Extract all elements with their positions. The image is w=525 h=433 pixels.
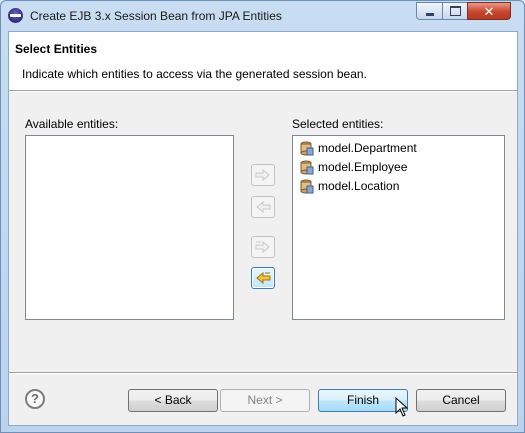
- move-all-left-icon: [256, 271, 271, 285]
- page-description: Indicate which entities to access via th…: [22, 67, 367, 81]
- move-left-icon: [256, 201, 271, 213]
- move-left-button[interactable]: [251, 196, 275, 218]
- next-button[interactable]: Next >: [220, 389, 310, 412]
- maximize-button[interactable]: [442, 2, 468, 20]
- wizard-banner: Select Entities Indicate which entities …: [9, 32, 517, 91]
- minimize-button[interactable]: [416, 2, 443, 20]
- window-title: Create EJB 3.x Session Bean from JPA Ent…: [30, 9, 282, 23]
- entity-label: model.Employee: [318, 160, 408, 174]
- list-item[interactable]: model.Location: [296, 177, 504, 196]
- list-item[interactable]: model.Employee: [296, 158, 504, 177]
- move-all-right-icon: [255, 240, 270, 254]
- dialog-window: Create EJB 3.x Session Bean from JPA Ent…: [0, 0, 525, 433]
- footer-divider-highlight: [9, 373, 517, 374]
- eclipse-app-icon: [8, 8, 23, 23]
- minimize-icon: [425, 12, 434, 16]
- entity-icon: [300, 179, 314, 194]
- help-icon[interactable]: ?: [25, 389, 45, 409]
- title-bar[interactable]: Create EJB 3.x Session Bean from JPA Ent…: [1, 1, 524, 31]
- available-entities-list[interactable]: [25, 135, 234, 320]
- entity-label: model.Location: [318, 179, 400, 193]
- available-entities-label: Available entities:: [25, 117, 119, 131]
- banner-divider: [9, 91, 517, 92]
- selected-entities-list[interactable]: model.Department model.Employee model.Lo…: [292, 135, 505, 320]
- close-icon: ✕: [483, 3, 495, 19]
- entity-icon: [300, 141, 314, 156]
- move-right-button[interactable]: [251, 164, 275, 186]
- selected-entities-label: Selected entities:: [292, 117, 384, 131]
- move-right-icon: [255, 169, 270, 181]
- move-all-right-button[interactable]: [251, 236, 275, 258]
- list-item[interactable]: model.Department: [296, 139, 504, 158]
- maximize-icon: [449, 6, 461, 16]
- move-all-left-button[interactable]: [251, 267, 275, 289]
- close-button[interactable]: ✕: [467, 2, 511, 20]
- dialog-client-area: Select Entities Indicate which entities …: [8, 31, 518, 426]
- entity-icon: [300, 160, 314, 175]
- cancel-button[interactable]: Cancel: [416, 389, 506, 412]
- page-title: Select Entities: [15, 42, 98, 56]
- entity-label: model.Department: [318, 141, 417, 155]
- mouse-cursor-icon: [395, 397, 409, 417]
- back-button[interactable]: < Back: [128, 389, 218, 412]
